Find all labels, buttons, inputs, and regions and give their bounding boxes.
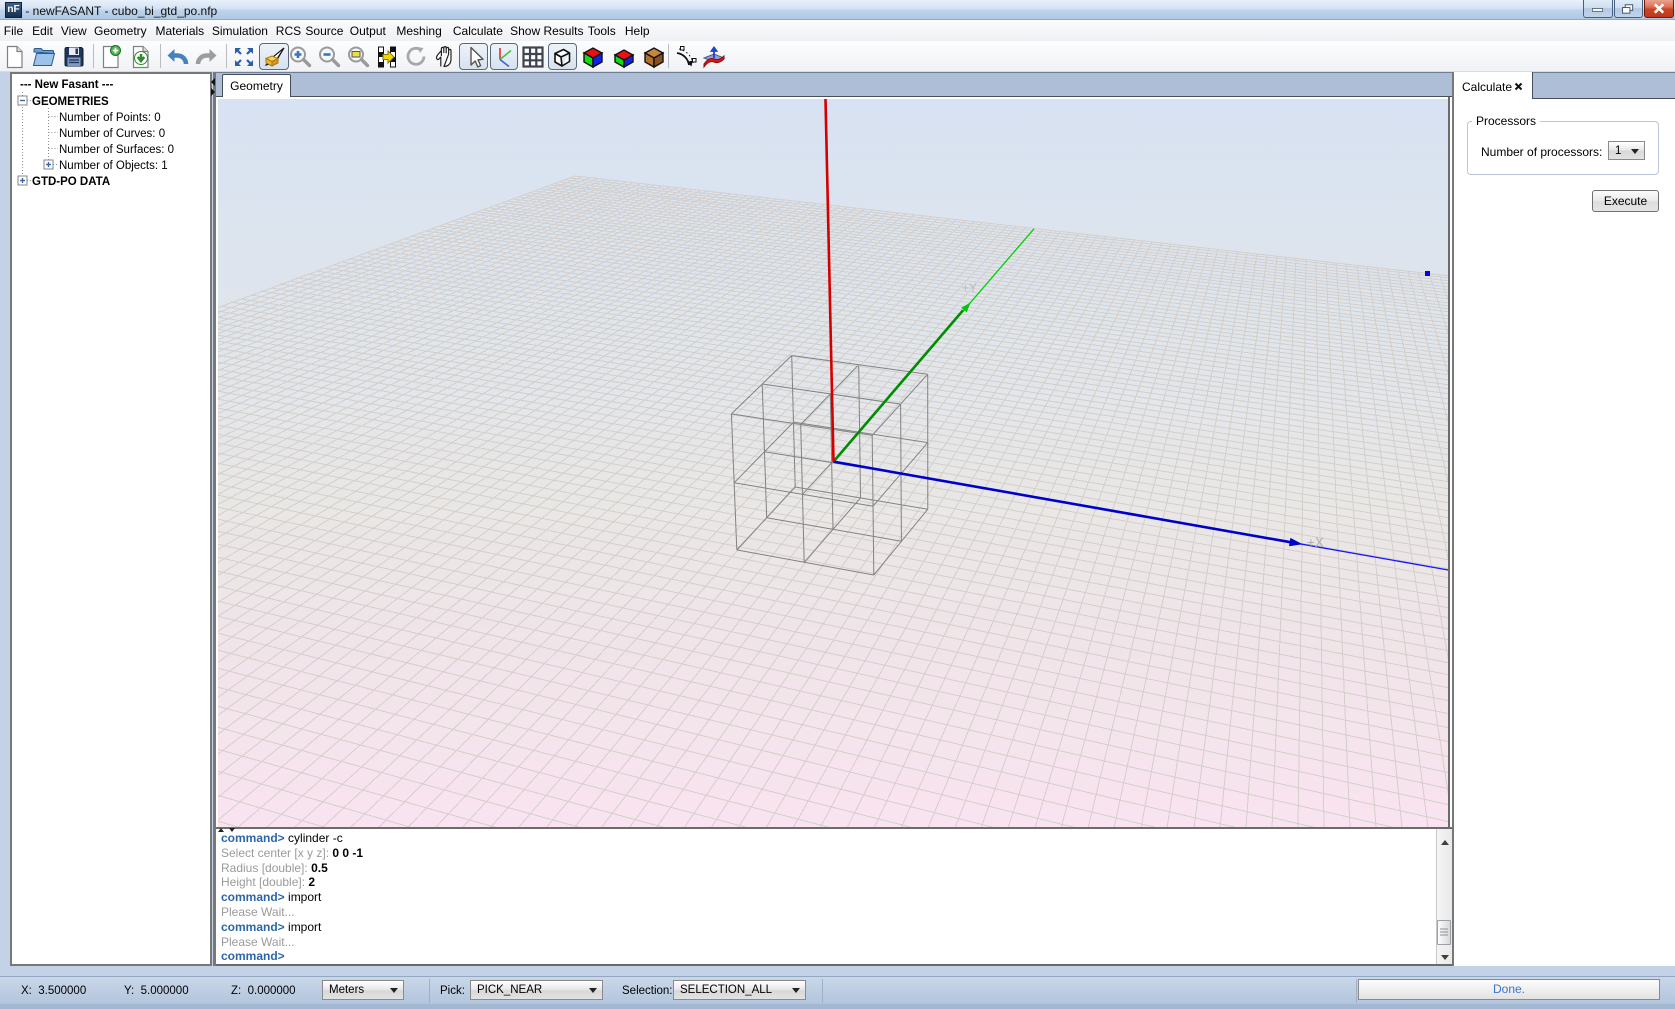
svg-text:Number of Objects: 1: Number of Objects: 1: [59, 160, 168, 172]
svg-text:Number of Points: 0: Number of Points: 0: [59, 112, 161, 124]
svg-text:GEOMETRIES: GEOMETRIES: [32, 96, 109, 108]
svg-text:Number of Curves: 0: Number of Curves: 0: [59, 128, 165, 140]
svg-text:Number of Surfaces: 0: Number of Surfaces: 0: [59, 144, 174, 156]
svg-text:+X: +X: [1307, 535, 1324, 550]
svg-text:GTD-PO DATA: GTD-PO DATA: [32, 176, 110, 188]
svg-text:+Y: +Y: [962, 281, 977, 295]
svg-text:--- New Fasant ---: --- New Fasant ---: [20, 79, 113, 91]
